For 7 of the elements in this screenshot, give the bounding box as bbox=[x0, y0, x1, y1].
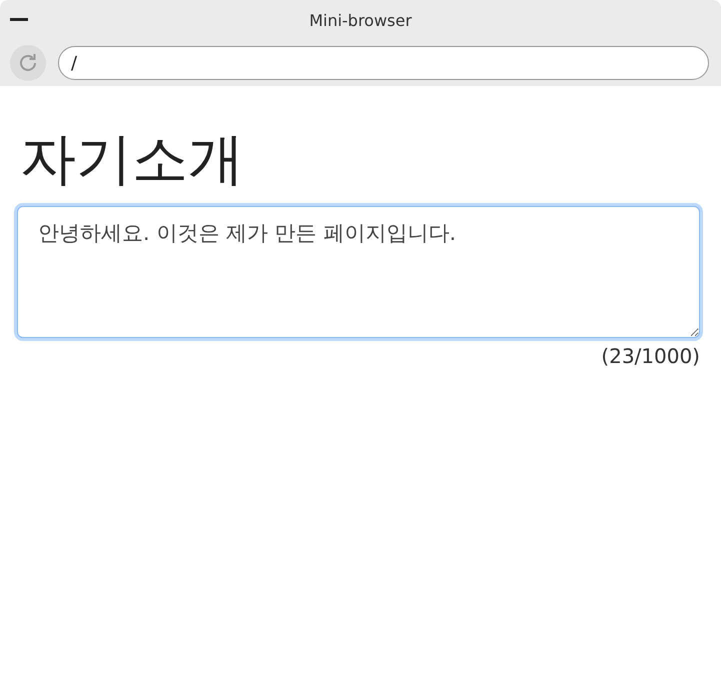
window-title: Mini-browser bbox=[309, 10, 412, 30]
page-heading: 자기소개 bbox=[20, 126, 245, 194]
address-field[interactable]: / bbox=[58, 46, 709, 80]
minimize-icon[interactable] bbox=[10, 18, 28, 22]
character-counter: (23/1000) bbox=[601, 344, 700, 368]
text-area[interactable]: 안녕하세요. 이것은 제가 만든 페이지입니다. bbox=[17, 206, 700, 338]
reload-icon bbox=[17, 52, 39, 74]
